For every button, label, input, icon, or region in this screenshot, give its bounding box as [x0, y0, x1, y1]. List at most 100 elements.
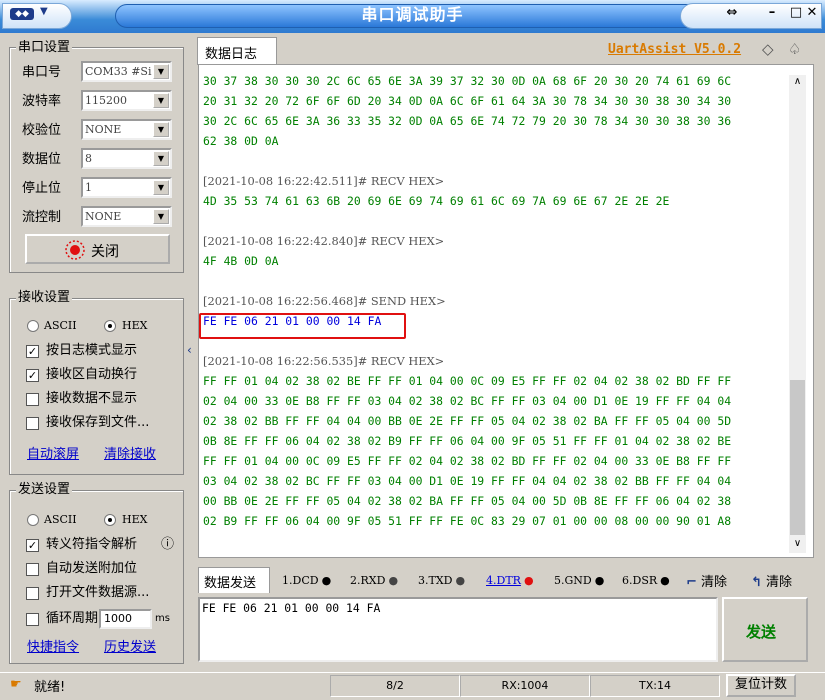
baud-label: 波特率 — [22, 94, 62, 109]
log-data-line: FF FF 01 04 00 0C 09 E5 FF FF 02 04 02 3… — [203, 454, 732, 468]
flow-label: 流控制 — [22, 210, 62, 225]
port-select[interactable]: COM33 #Si ▼ — [81, 61, 172, 82]
send-ascii-label: ASCII — [44, 513, 77, 526]
tab-data-log[interactable]: 数据日志 — [197, 37, 277, 65]
close-port-button[interactable]: 关闭 — [25, 234, 170, 264]
log-data-line: 62 38 0D 0A — [203, 134, 279, 148]
cycle-value: 1000 — [104, 612, 132, 625]
chevron-down-icon[interactable]: ▼ — [153, 122, 169, 137]
recv-hex-radio[interactable] — [104, 320, 116, 332]
reset-count-button[interactable]: 复位计数 — [726, 674, 796, 697]
log-data-line: 0B 8E FF FF 06 04 02 38 02 B9 FF FF 06 0… — [203, 434, 732, 448]
clear-all-label: 清除 — [766, 575, 793, 590]
clear-recv-link[interactable]: 清除接收 — [104, 443, 156, 462]
tab-data-send[interactable]: 数据发送 — [198, 567, 270, 593]
cycle-label: 循环周期 — [46, 611, 99, 626]
parity-select[interactable]: NONE ▼ — [81, 119, 172, 140]
stopbits-value: 1 — [85, 181, 92, 194]
escape-checkbox[interactable]: ✓ — [26, 539, 39, 552]
send-input[interactable]: FE FE 06 21 01 00 00 14 FA — [198, 597, 718, 662]
pin-label: 3.TXD — [418, 574, 453, 587]
flow-select[interactable]: NONE ▼ — [81, 206, 172, 227]
pin-2[interactable]: 2.RXD ● — [350, 573, 398, 589]
log-data-line: 30 2C 6C 65 6E 3A 36 33 35 32 0D 0A 65 6… — [203, 114, 732, 128]
send-button-label: 发送 — [746, 623, 777, 641]
log-data-line: 20 31 32 20 72 6F 6F 6D 20 34 0D 0A 6C 6… — [203, 94, 732, 108]
restore-icon[interactable]: ⇔ — [720, 5, 744, 21]
stopbits-select[interactable]: 1 ▼ — [81, 177, 172, 198]
log-data-line: 03 04 02 38 02 BC FF FF 03 04 00 D1 0E 1… — [203, 474, 732, 488]
parity-label: 校验位 — [22, 123, 62, 138]
chevron-down-icon: ▼ — [40, 6, 48, 17]
log-data-line: FF FF 01 04 02 38 02 BE FF FF 01 04 00 0… — [203, 374, 732, 388]
autoscroll-link[interactable]: 自动滚屏 — [27, 443, 79, 462]
append-label: 自动发送附加位 — [46, 561, 138, 576]
cycle-unit: ms — [155, 613, 170, 624]
hide-recv-checkbox[interactable] — [26, 393, 39, 406]
pin-6[interactable]: 6.DSR ● — [622, 573, 670, 589]
send-history-link[interactable]: 历史发送 — [104, 636, 156, 655]
close-icon[interactable]: ✕ — [800, 5, 824, 21]
port-value: COM33 #Si — [85, 65, 152, 78]
chevron-down-icon[interactable]: ▼ — [153, 209, 169, 224]
status-tx: TX:14 — [590, 675, 720, 697]
scroll-down-icon[interactable]: ∨ — [791, 538, 804, 552]
send-input-value: FE FE 06 21 01 00 00 14 FA — [202, 601, 381, 615]
baud-value: 115200 — [85, 94, 127, 107]
clear-all-button[interactable]: ↰ 清除 — [751, 571, 792, 590]
pin-status-icon: ● — [523, 574, 534, 587]
minimize-icon[interactable]: – — [760, 5, 784, 21]
log-data-line: 02 38 02 BB FF FF 04 04 00 BB 0E 2E FF F… — [203, 414, 732, 428]
pin-status-icon: ● — [455, 574, 466, 587]
log-mode-label: 按日志模式显示 — [46, 343, 138, 358]
recv-ascii-radio[interactable] — [27, 320, 39, 332]
pin-5[interactable]: 5.GND ● — [554, 573, 604, 589]
brand-link[interactable]: UartAssist V5.0.2 — [608, 42, 741, 57]
pin-1[interactable]: 1.DCD ● — [282, 573, 331, 589]
save-recv-checkbox[interactable] — [26, 417, 39, 430]
send-ascii-radio[interactable] — [27, 514, 39, 526]
log-mode-checkbox[interactable]: ✓ — [26, 345, 39, 358]
clear-send-icon: ⌐ — [686, 575, 697, 590]
log-scroll-thumb[interactable] — [790, 380, 805, 535]
pin-status-icon: ● — [388, 574, 399, 587]
databits-select[interactable]: 8 ▼ — [81, 148, 172, 169]
cycle-checkbox[interactable] — [26, 613, 39, 626]
scroll-up-icon[interactable]: ∧ — [791, 76, 804, 90]
quick-commands-link[interactable]: 快捷指令 — [27, 636, 79, 655]
auto-wrap-label: 接收区自动换行 — [46, 367, 138, 382]
chevron-down-icon[interactable]: ▼ — [153, 151, 169, 166]
collapse-panel-icon[interactable]: ‹ — [187, 340, 195, 360]
log-data-line: 4F 4B 0D 0A — [203, 254, 279, 268]
receive-log[interactable]: 30 37 38 30 30 30 2C 6C 65 6E 3A 39 37 3… — [198, 64, 814, 558]
baud-select[interactable]: 115200 ▼ — [81, 90, 172, 111]
chevron-down-icon[interactable]: ▼ — [153, 180, 169, 195]
append-checkbox[interactable] — [26, 563, 39, 576]
log-data-line: 4D 35 53 74 61 63 6B 20 69 6E 69 74 69 6… — [203, 194, 670, 208]
chevron-down-icon[interactable]: ▼ — [153, 93, 169, 108]
pin-3[interactable]: 3.TXD ● — [418, 573, 465, 589]
auto-wrap-checkbox[interactable]: ✓ — [26, 369, 39, 382]
databits-value: 8 — [85, 152, 92, 165]
receive-settings-legend: 接收设置 — [16, 290, 73, 306]
chevron-down-icon[interactable]: ▼ — [153, 64, 169, 79]
log-data-line: 02 B9 FF FF 06 04 00 9F 05 51 FF FF FE 0… — [203, 514, 732, 528]
info-icon[interactable]: ⓘ — [161, 535, 174, 555]
bell-icon[interactable]: ♤ — [788, 40, 801, 58]
log-data-line: 00 BB 0E 2E FF FF 05 04 02 38 02 BA FF F… — [203, 494, 732, 508]
file-source-checkbox[interactable] — [26, 587, 39, 600]
send-settings-legend: 发送设置 — [16, 482, 73, 498]
flow-value: NONE — [85, 210, 122, 223]
app-logo-icon: ◆◆ — [10, 8, 34, 20]
pin-4[interactable]: 4.DTR ● — [486, 573, 534, 589]
cycle-input[interactable]: 1000 — [99, 609, 152, 629]
stopbits-label: 停止位 — [22, 181, 62, 196]
file-source-label: 打开文件数据源... — [46, 585, 150, 600]
diamond-icon[interactable]: ◇ — [762, 40, 774, 58]
clear-send-button[interactable]: ⌐ 清除 — [686, 571, 727, 590]
send-button[interactable]: 发送 — [722, 597, 808, 662]
status-icon: ☛ — [10, 677, 22, 692]
send-hex-radio[interactable] — [104, 514, 116, 526]
log-data-line: 30 37 38 30 30 30 2C 6C 65 6E 3A 39 37 3… — [203, 74, 732, 88]
tab-data-log-label: 数据日志 — [205, 47, 258, 62]
